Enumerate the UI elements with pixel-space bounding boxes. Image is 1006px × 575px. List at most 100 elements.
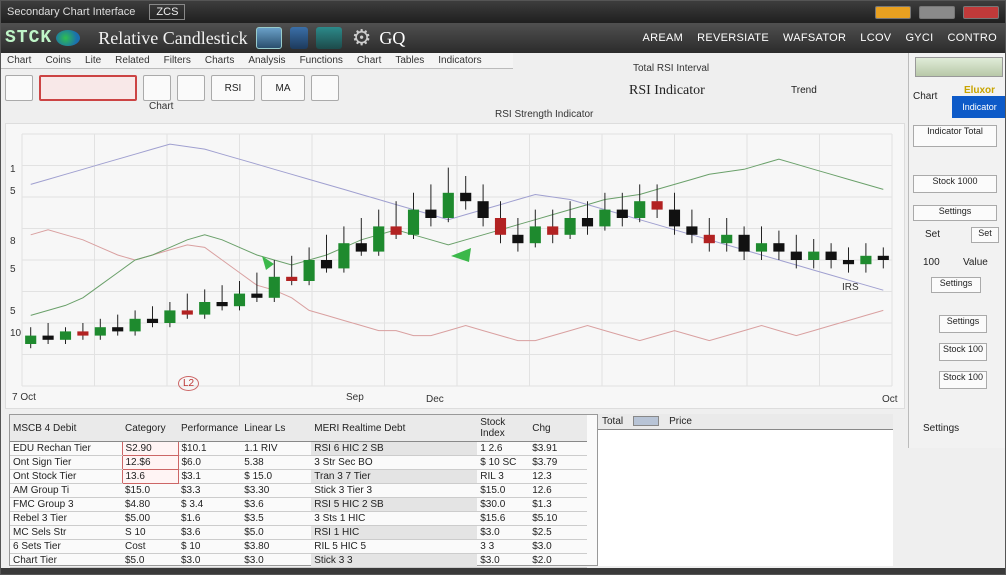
maximize-button[interactable]	[919, 5, 955, 19]
col-header[interactable]: Category	[122, 415, 178, 442]
table-row[interactable]: 6 Sets Tier Cost $ 10 $3.80 RIL 5 HIC 53 3 $3…	[10, 539, 588, 554]
candle-body	[668, 209, 681, 227]
monitor-icon[interactable]	[255, 27, 282, 49]
main-toolbar: STCK Relative Candlestick ⚙ GQ AREAM REV…	[1, 23, 1005, 53]
submenu-item[interactable]: Chart	[357, 55, 381, 66]
table-header: MSCB 4 Debit Category Performance Linear…	[10, 415, 588, 442]
q-label[interactable]: GQ	[379, 28, 405, 49]
toggle-chip[interactable]	[633, 416, 660, 426]
menu-item[interactable]: REVERSIATE	[697, 32, 769, 44]
x-tick: Oct	[882, 394, 898, 405]
table-cell: $5.00	[122, 511, 178, 526]
rsi-button[interactable]: RSI	[211, 75, 255, 101]
col-header[interactable]: Linear Ls	[241, 415, 312, 442]
submenu-item[interactable]: Indicators	[438, 55, 481, 66]
settings-button-2[interactable]: Settings	[931, 277, 981, 293]
menu-item[interactable]: LCOV	[860, 32, 891, 44]
active-tool-box[interactable]	[39, 75, 137, 101]
table-cell: $3.0	[477, 553, 530, 568]
candle-body	[181, 310, 193, 315]
table-row[interactable]: Rebel 3 Tier $5.00 $1.6 $3.5 3 Sts 1 HIC $15.…	[10, 511, 588, 526]
submenu-item[interactable]: Tables	[395, 55, 424, 66]
col-header[interactable]: Stock Index	[477, 415, 530, 442]
table-cell: $3.79	[529, 455, 588, 470]
cursor-tool[interactable]	[143, 75, 171, 101]
table-row[interactable]: Ont Sign Tier 12.$6 $6.0 5.38 3 Str Sec BO $ …	[10, 455, 588, 470]
candle-body	[268, 276, 280, 298]
table-row[interactable]: Chart Tier $5.0 $3.0 $3.0 Stick 3 3 $3.0 $2.0	[10, 553, 588, 568]
tool-box[interactable]	[5, 75, 33, 101]
table-cell: Ont Sign Tier	[10, 455, 122, 470]
col-header[interactable]: Chg	[529, 415, 588, 442]
set-button[interactable]: Set	[971, 227, 999, 243]
table-cell: MC Sels Str	[10, 525, 122, 540]
app-title: Relative Candlestick	[98, 27, 248, 48]
indicator-total-button[interactable]: Indicator Total	[913, 125, 997, 147]
gear-icon[interactable]: ⚙	[352, 27, 372, 49]
menu-item[interactable]: CONTRO	[948, 32, 997, 44]
menu-item[interactable]: GYCI	[905, 32, 933, 44]
table-row[interactable]: AM Group Ti $15.0 $3.3 $3.30 Stick 3 Tier 3 $…	[10, 483, 588, 498]
settings-button-3[interactable]: Settings	[939, 315, 987, 333]
app-logo: STCK	[5, 28, 53, 48]
candle-body	[216, 302, 228, 307]
col-header[interactable]: Performance	[178, 415, 242, 442]
col-header[interactable]: MERI Realtime Debt	[311, 415, 478, 442]
submenu-item[interactable]: Functions	[300, 55, 343, 66]
submenu-item[interactable]: Charts	[205, 55, 234, 66]
submenu-item[interactable]: Coins	[45, 55, 71, 66]
submenu-item[interactable]: Analysis	[248, 55, 285, 66]
table-cell: 12.6	[529, 483, 588, 498]
table-cell: RSI 6 HIC 2 SB	[311, 441, 478, 456]
table-row[interactable]: Ont Stock Tier 13.6 $3.1 $ 15.0 Tran 3 7 Tie…	[10, 469, 588, 484]
detail-price: Price	[669, 416, 692, 427]
table-row[interactable]: MC Sels Str S 10 $3.6 $5.0 RSI 1 HIC $3.0 $2.5	[10, 525, 588, 540]
candle-body	[494, 218, 507, 235]
document-icon[interactable]	[289, 27, 308, 49]
candle-body	[529, 226, 541, 244]
candle-body	[251, 293, 263, 298]
close-button[interactable]	[963, 5, 999, 19]
value-label-2: Value	[963, 257, 988, 268]
window-tab[interactable]: ZCS	[149, 4, 186, 20]
table-cell: 1.1 RIV	[241, 441, 312, 456]
menu-item[interactable]: AREAM	[642, 32, 683, 44]
candle-body	[564, 218, 576, 235]
chart-badge[interactable]: L2	[178, 376, 200, 391]
panel-thumbnail[interactable]	[915, 57, 1003, 77]
submenu-item[interactable]: Chart	[7, 55, 31, 66]
candle-body	[442, 192, 454, 218]
submenu-item[interactable]: Lite	[85, 55, 101, 66]
stock-100-button-2[interactable]: Stock 100	[939, 371, 987, 389]
table-cell: S 10	[122, 525, 178, 540]
table-cell: $5.10	[529, 511, 588, 526]
ma-button[interactable]: MA	[261, 75, 305, 101]
chart-icon[interactable]	[315, 27, 342, 49]
table-cell: 12.3	[529, 469, 588, 484]
x-tick: Sep	[346, 392, 364, 403]
submenu-item[interactable]: Related	[115, 55, 149, 66]
candle-body	[42, 335, 54, 340]
table-cell: Stick 3 Tier 3	[311, 483, 478, 498]
globe-icon	[56, 30, 81, 46]
stock-100-button[interactable]: Stock 100	[939, 343, 987, 361]
line-tool[interactable]	[311, 75, 339, 101]
table-cell: $3.3	[178, 483, 242, 498]
table-row[interactable]: FMC Group 3 $4.80 $ 3.4 $3.6 RSI 5 HIC 2 SB $…	[10, 497, 588, 512]
table-row[interactable]: EDU Rechan Tier S2.90 $10.1 1.1 RIV RSI 6 HI…	[10, 441, 588, 456]
settings-button[interactable]: Settings	[913, 205, 997, 221]
draw-tool[interactable]	[177, 75, 205, 101]
candle-body	[373, 226, 385, 252]
candle-body	[355, 243, 367, 252]
indicator-badge[interactable]: Eluxor Indicator	[952, 85, 1005, 118]
candle-body	[460, 192, 472, 202]
submenu-item[interactable]: Filters	[164, 55, 191, 66]
minimize-button[interactable]	[875, 5, 911, 19]
menu-item[interactable]: WAFSATOR	[783, 32, 846, 44]
col-header[interactable]: MSCB 4 Debit	[10, 415, 122, 442]
stock-button[interactable]: Stock 1000	[913, 175, 997, 193]
candle-body	[599, 209, 611, 227]
candlestick-chart[interactable]: 1 5 8 5 10 5 7 Oct Sep Dec Oct L2 IRS	[5, 123, 905, 409]
candle-body	[112, 327, 124, 332]
table-cell: $ 15.0	[241, 469, 312, 484]
